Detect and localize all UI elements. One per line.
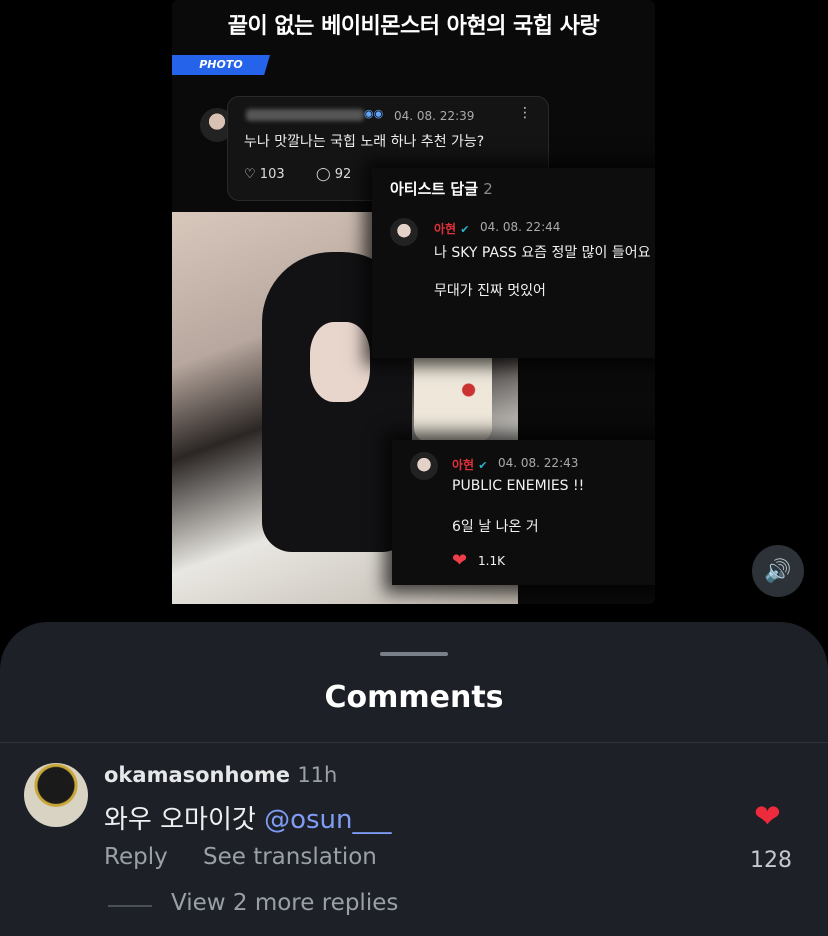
artist-reply-line: 6일 날 나온 거	[452, 519, 539, 535]
photo-face	[310, 322, 370, 402]
comment-body: 와우 오마이갓	[104, 805, 256, 835]
artist-reply-panel-2: 아현 ✔ 04. 08. 22:43 PUBLIC ENEMIES !! 6일 …	[392, 440, 655, 585]
artist-reply-count: 2	[483, 180, 493, 198]
artist-reply-likes: 1.1K	[478, 554, 505, 568]
artist-reply-line: 무대가 진짜 멋있어	[434, 283, 546, 299]
photo-tag: PHOTO	[172, 55, 270, 75]
comment-header: okamasonhome 11h	[104, 763, 337, 787]
avatar[interactable]	[24, 763, 88, 827]
artist-name-text: 아현	[434, 222, 457, 236]
divider	[0, 742, 828, 743]
view-more-replies-button[interactable]: View 2 more replies	[171, 890, 398, 916]
drag-handle[interactable]	[380, 652, 448, 656]
artist-reply-line: PUBLIC ENEMIES !!	[452, 478, 585, 494]
heart-outline-icon: ♡	[244, 167, 256, 182]
speech-bubble-icon: ◯	[316, 167, 331, 182]
comments-title: Comments	[324, 680, 504, 715]
post-headline: 끝이 없는 베이비몬스터 아현의 국힙 사랑	[227, 14, 600, 39]
sound-toggle-button[interactable]: 🔊	[752, 545, 804, 597]
comment-mention-link[interactable]: @osun___	[264, 805, 391, 835]
speaker-icon: 🔊	[764, 558, 792, 584]
replies-divider-line	[108, 905, 152, 907]
see-translation-button[interactable]: See translation	[203, 844, 377, 870]
artist-name: 아현 ✔	[434, 220, 470, 237]
verified-check-icon: ✔	[478, 459, 488, 472]
comment-like-count: 128	[750, 848, 792, 873]
fan-reply-count: ◯ 92	[316, 167, 351, 182]
artist-reply-title-text: 아티스트 답글	[390, 180, 479, 198]
reel-video[interactable]: 끝이 없는 베이비몬스터 아현의 국힙 사랑 PHOTO ◉◉ 04. 08. …	[0, 0, 828, 640]
artist-name-text: 아현	[452, 458, 475, 472]
comment-time: 11h	[297, 763, 338, 787]
artist-avatar	[390, 218, 418, 246]
fan-like-count: ♡ 103	[244, 167, 285, 182]
verified-check-icon: ✔	[460, 223, 470, 236]
fan-reply-value: 92	[334, 167, 352, 182]
fan-name-blurred	[246, 109, 364, 121]
verified-badges-icon: ◉◉	[364, 107, 384, 120]
artist-reply-time: 04. 08. 22:44	[480, 220, 561, 234]
comment-username[interactable]: okamasonhome	[104, 763, 290, 787]
like-heart-icon[interactable]: ❤	[754, 800, 781, 832]
reply-button[interactable]: Reply	[104, 844, 168, 870]
fan-comment-time: 04. 08. 22:39	[394, 109, 475, 123]
fan-comment-text: 누나 맛깔나는 국힙 노래 하나 추천 가능?	[244, 134, 485, 150]
artist-avatar	[410, 452, 438, 480]
artist-reply-line: 나 SKY PASS 요즘 정말 많이 들어요	[434, 245, 651, 261]
fan-like-value: 103	[259, 167, 285, 182]
artist-name: 아현 ✔	[452, 456, 488, 473]
more-options-icon: ⋮	[518, 105, 532, 121]
heart-filled-icon: ❤	[452, 550, 468, 571]
artist-reply-time: 04. 08. 22:43	[498, 456, 579, 470]
artist-reply-title: 아티스트 답글 2	[390, 178, 493, 199]
comment-text: 와우 오마이갓 @osun___	[104, 799, 391, 836]
comments-sheet: Comments okamasonhome 11h 와우 오마이갓 @osun_…	[0, 622, 828, 936]
artist-reply-panel: 아티스트 답글 2 아현 ✔ 04. 08. 22:44 나 SKY PASS …	[372, 168, 655, 358]
